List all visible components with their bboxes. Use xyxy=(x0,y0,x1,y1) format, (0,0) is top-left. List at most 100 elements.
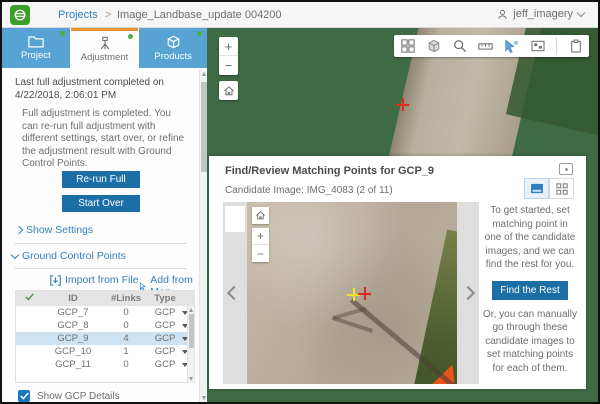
table-row[interactable]: GCP_10 1 GCP xyxy=(16,345,194,358)
manual-text: Or, you can manually go through these ca… xyxy=(483,308,577,376)
image-zoom-control: + − xyxy=(252,228,269,262)
home-icon xyxy=(223,85,235,97)
extent-icon xyxy=(531,40,545,52)
zoom-in-button[interactable]: + xyxy=(219,37,238,56)
map-zoom-control: + − xyxy=(219,37,238,75)
scroll-down-icon[interactable] xyxy=(189,377,193,382)
next-image-button[interactable] xyxy=(457,202,479,384)
gcp-section-toggle[interactable]: Ground Control Points xyxy=(12,250,126,262)
previous-image-edge xyxy=(225,206,245,232)
cube-icon xyxy=(166,35,181,49)
image-zoom-out-button[interactable]: − xyxy=(252,245,269,262)
left-panel: Project Adjustment Products Last f xyxy=(2,28,207,402)
table-row[interactable]: GCP_7 0 GCP xyxy=(16,306,194,319)
candidate-image-label: Candidate Image: IMG_4083 (2 of 11) xyxy=(225,185,393,196)
cell-id: GCP_11 xyxy=(42,359,104,370)
table-row[interactable]: GCP_11 0 GCP xyxy=(16,358,194,371)
user-icon xyxy=(497,9,508,20)
breadcrumb-project-name: Image_Landbase_update 004200 xyxy=(117,9,282,21)
measure-icon xyxy=(478,40,493,52)
map-view[interactable]: + − xyxy=(207,28,598,402)
cell-links: 0 xyxy=(104,320,148,331)
matching-point-marker-red[interactable] xyxy=(358,287,371,300)
toolbar-separator xyxy=(556,38,557,54)
chevron-down-icon xyxy=(577,8,585,16)
search-icon xyxy=(453,39,467,53)
check-icon xyxy=(20,392,29,400)
candidate-image-viewer[interactable]: + − xyxy=(247,202,457,384)
review-panel-title: Find/Review Matching Points for GCP_9 xyxy=(225,165,434,177)
cell-type: GCP xyxy=(148,359,182,370)
image-grass-feature xyxy=(408,230,457,384)
import-icon xyxy=(50,275,61,286)
panel-scrollbar[interactable] xyxy=(199,70,207,402)
pointer-active-icon xyxy=(504,39,519,53)
scroll-down-icon[interactable] xyxy=(202,396,206,401)
clipboard-tool[interactable] xyxy=(568,39,583,54)
import-from-file-link[interactable]: Import from File xyxy=(50,274,139,286)
adjustment-panel-body: Last full adjustment completed on 4/22/2… xyxy=(2,68,198,402)
cell-type: GCP xyxy=(148,307,182,318)
previous-image-button[interactable] xyxy=(223,202,247,384)
image-home-button[interactable] xyxy=(252,207,269,224)
image-zoom-in-button[interactable]: + xyxy=(252,228,269,245)
adjustment-summary: Full adjustment is completed. You can re… xyxy=(22,108,188,171)
scroll-thumb[interactable] xyxy=(189,314,194,348)
col-header-type: Type xyxy=(148,293,182,304)
add-gcp-tool-active[interactable] xyxy=(504,39,519,54)
survey-instrument-icon xyxy=(97,36,113,50)
status-dot-icon xyxy=(197,31,202,36)
esri-logo-icon[interactable] xyxy=(10,5,30,25)
table-row-selected[interactable]: GCP_9 4 GCP xyxy=(16,332,194,345)
basemap-tool[interactable] xyxy=(426,39,441,54)
app-window: Projects > Image_Landbase_update 004200 … xyxy=(0,0,600,404)
zoom-out-button[interactable]: − xyxy=(219,56,238,75)
col-header-links: #Links xyxy=(104,293,148,304)
tab-project[interactable]: Project xyxy=(2,28,70,68)
measure-tool[interactable] xyxy=(478,39,493,54)
user-name: jeff_imagery xyxy=(513,8,573,20)
image-window-icon xyxy=(562,166,571,173)
cell-type: GCP xyxy=(148,333,182,344)
show-settings-toggle[interactable]: Show Settings xyxy=(16,224,93,236)
home-icon xyxy=(255,210,266,221)
collapse-panel-button[interactable] xyxy=(559,163,573,175)
breadcrumb-separator: > xyxy=(105,9,111,21)
cell-id: GCP_9 xyxy=(42,333,104,344)
intro-text: To get started, set matching point in on… xyxy=(483,204,577,272)
table-scrollbar[interactable] xyxy=(187,306,194,383)
extent-tool[interactable] xyxy=(530,39,545,54)
rerun-full-button[interactable]: Re-run Full xyxy=(62,171,140,188)
image-shadow-feature xyxy=(333,307,367,320)
tab-adjustment[interactable]: Adjustment xyxy=(71,28,139,68)
folder-icon xyxy=(28,35,44,48)
gcp-table: ID #Links Type GCP_7 0 GCP GCP_8 0 GCP xyxy=(15,290,195,383)
cell-id: GCP_7 xyxy=(42,307,104,318)
user-menu[interactable]: jeff_imagery xyxy=(497,8,584,20)
show-settings-label: Show Settings xyxy=(26,224,93,236)
gcp-section-label: Ground Control Points xyxy=(22,250,126,262)
check-icon xyxy=(25,293,34,301)
gcp-marker-red[interactable] xyxy=(396,98,409,111)
breadcrumb-projects-link[interactable]: Projects xyxy=(58,9,98,21)
map-home-button[interactable] xyxy=(219,81,238,100)
grid-view-toggle[interactable] xyxy=(549,178,574,199)
search-tool[interactable] xyxy=(452,39,467,54)
start-over-button[interactable]: Start Over xyxy=(62,195,140,212)
import-from-file-label: Import from File xyxy=(65,274,139,286)
status-dot-icon xyxy=(60,31,65,36)
show-gcp-details-checkbox[interactable] xyxy=(18,390,30,402)
chevron-right-icon xyxy=(15,226,23,234)
tab-project-label: Project xyxy=(21,50,51,61)
tab-products[interactable]: Products xyxy=(139,28,207,68)
single-view-toggle[interactable] xyxy=(524,178,549,199)
cell-links: 1 xyxy=(104,346,148,357)
table-row[interactable]: GCP_8 0 GCP xyxy=(16,319,194,332)
last-adjustment-status: Last full adjustment completed on 4/22/2… xyxy=(15,76,187,102)
view-toggle-group xyxy=(524,178,574,199)
find-the-rest-button[interactable]: Find the Rest xyxy=(492,281,568,300)
scroll-up-icon[interactable] xyxy=(202,71,206,76)
find-review-panel: Find/Review Matching Points for GCP_9 Ca… xyxy=(209,156,586,389)
scroll-up-icon[interactable] xyxy=(189,307,193,312)
image-grid-tool[interactable] xyxy=(400,39,415,54)
